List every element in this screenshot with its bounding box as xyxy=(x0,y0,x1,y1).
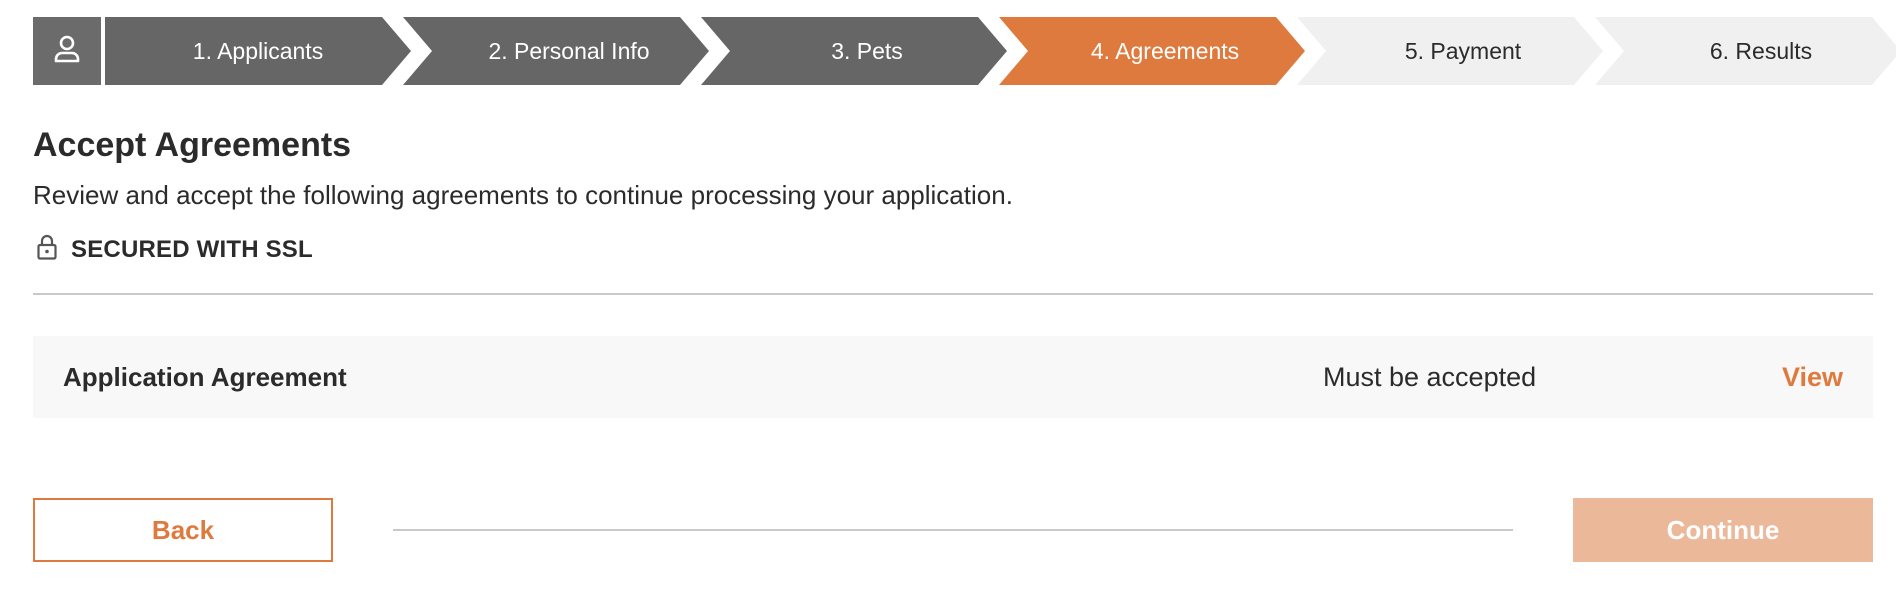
step-label: 1. Applicants xyxy=(192,37,324,64)
step-label: 2. Personal Info xyxy=(488,37,650,64)
step-label: 4. Agreements xyxy=(1090,37,1240,64)
ssl-label: SECURED WITH SSL xyxy=(71,235,313,263)
continue-button[interactable]: Continue xyxy=(1573,498,1873,562)
step-label: 6. Results xyxy=(1709,37,1813,64)
ssl-indicator: SECURED WITH SSL xyxy=(37,234,313,265)
step-label: 5. Payment xyxy=(1404,37,1522,64)
agreement-row: Application Agreement Must be accepted V… xyxy=(33,336,1873,418)
agreement-status: Must be accepted xyxy=(1323,362,1537,392)
step-applicants[interactable]: 1. Applicants xyxy=(105,17,411,85)
step-label: 3. Pets xyxy=(831,37,903,64)
page-title: Accept Agreements xyxy=(33,126,352,164)
agreement-name: Application Agreement xyxy=(63,362,347,392)
step-pets[interactable]: 3. Pets xyxy=(701,17,1007,85)
step-payment: 5. Payment xyxy=(1297,17,1603,85)
back-button[interactable]: Back xyxy=(33,498,333,562)
step-agreements[interactable]: 4. Agreements xyxy=(999,17,1305,85)
progress-stepper: 1. Applicants 2. Personal Info 3. Pets 4… xyxy=(33,17,1896,85)
stepper-user-box xyxy=(33,17,101,85)
lock-icon xyxy=(37,234,57,265)
divider xyxy=(33,293,1873,295)
footer-divider xyxy=(393,529,1513,531)
view-agreement-link[interactable]: View xyxy=(1782,336,1843,418)
step-results: 6. Results xyxy=(1595,17,1896,85)
user-icon xyxy=(52,34,82,69)
step-personal-info[interactable]: 2. Personal Info xyxy=(403,17,709,85)
page-subtitle: Review and accept the following agreemen… xyxy=(33,180,1013,210)
